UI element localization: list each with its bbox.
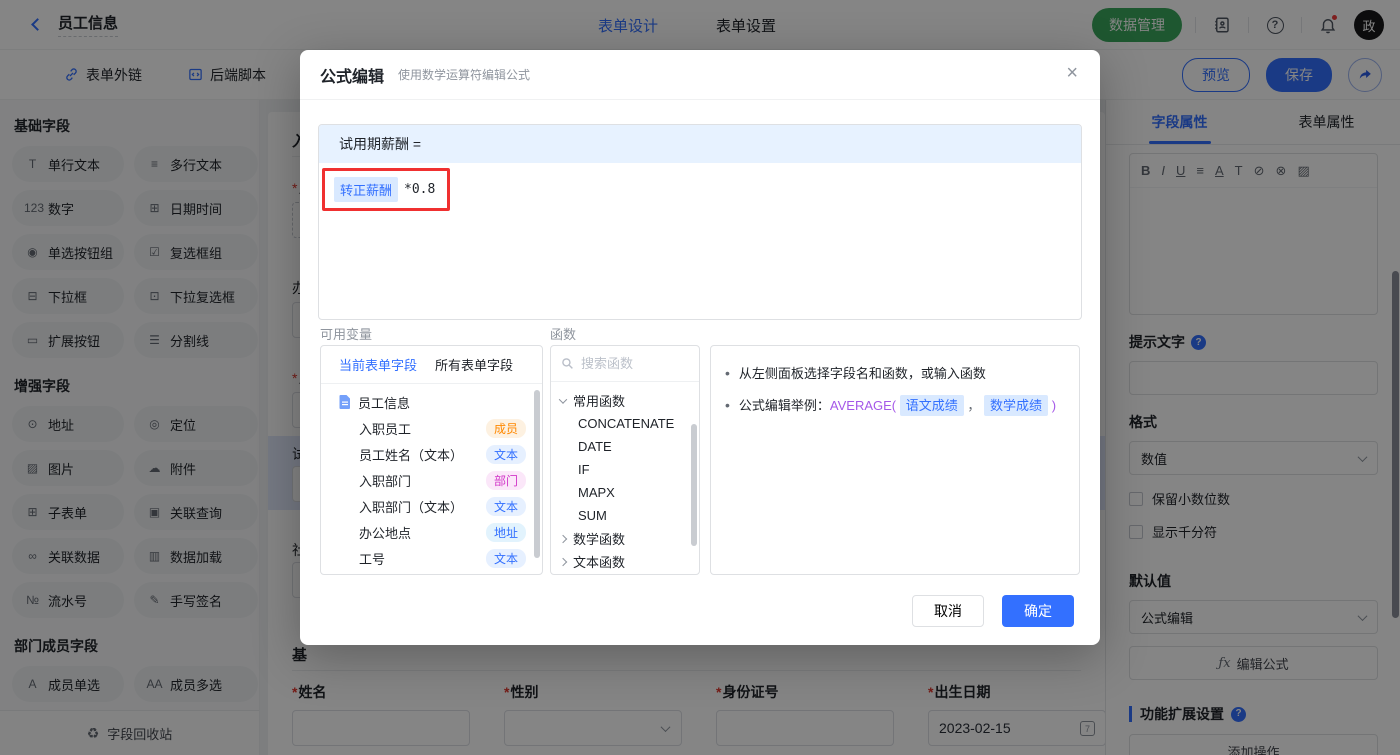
functions-scrollbar-thumb[interactable] xyxy=(691,424,697,546)
cancel-button[interactable]: 取消 xyxy=(912,595,984,627)
field-type-badge: 文本 xyxy=(485,444,526,464)
dialog-header: 公式编辑 使用数学运算符编辑公式 × xyxy=(300,50,1100,100)
form-doc-icon xyxy=(339,395,351,409)
confirm-button[interactable]: 确定 xyxy=(1002,595,1074,627)
variables-label: 可用变量 xyxy=(320,327,373,342)
tab-current-form-fields[interactable]: 当前表单字段 xyxy=(339,355,417,374)
annotation-red-box: 转正薪酬 *0.8 xyxy=(322,168,451,211)
function-item[interactable]: SUM xyxy=(551,504,699,527)
function-item[interactable]: IF xyxy=(551,458,699,481)
functions-label: 函数 xyxy=(550,327,577,342)
example-field-token: 数学成绩 xyxy=(984,395,1049,416)
field-type-badge: 文本 xyxy=(485,496,526,516)
function-item[interactable]: CONCATENATE xyxy=(551,412,699,435)
variables-panel: 当前表单字段 所有表单字段 员工信息 入职员工 成员 员工姓名（文本） 文本 入… xyxy=(320,345,543,575)
variable-row[interactable]: 员工姓名（文本） 文本 xyxy=(321,441,542,467)
example-field-token: 语文成绩 xyxy=(899,395,964,416)
variable-row[interactable]: 工号 文本 xyxy=(321,545,542,571)
function-item[interactable]: DATE xyxy=(551,435,699,458)
formula-edit-dialog: 公式编辑 使用数学运算符编辑公式 × 试用期薪酬 = 转正薪酬 *0.8 可用变… xyxy=(300,50,1100,645)
variable-row[interactable]: 入职部门（文本） 文本 xyxy=(321,493,542,519)
chevron-right-icon xyxy=(558,557,568,566)
function-group-text[interactable]: 文本函数 xyxy=(551,550,699,573)
chevron-right-icon xyxy=(558,534,568,543)
field-type-badge: 地址 xyxy=(485,522,526,542)
field-type-badge: 成员 xyxy=(485,418,526,438)
variables-scrollbar-thumb[interactable] xyxy=(534,390,540,558)
function-search-input[interactable] xyxy=(581,356,681,371)
search-icon xyxy=(562,358,573,369)
variable-row[interactable]: 入职员工 成员 xyxy=(321,415,542,441)
variables-tabs: 当前表单字段 所有表单字段 xyxy=(321,346,542,384)
function-tree: 常用函数 CONCATENATE DATE IF MAPX SUM 数学函数 文… xyxy=(551,382,699,573)
field-type-badge: 部门 xyxy=(485,470,526,490)
form-node[interactable]: 员工信息 xyxy=(321,389,542,415)
dialog-title: 公式编辑 xyxy=(320,68,385,86)
hint-line-2: • 公式编辑举例：AVERAGE( 语文成绩 ， 数学成绩 ) xyxy=(725,395,1065,416)
close-icon[interactable]: × xyxy=(1066,63,1078,83)
formula-hints-panel: • 从左侧面板选择字段名和函数，或输入函数 • 公式编辑举例：AVERAGE( … xyxy=(710,345,1080,575)
field-token[interactable]: 转正薪酬 xyxy=(334,177,399,202)
formula-target: 试用期薪酬 = xyxy=(319,125,1081,163)
function-item[interactable]: MAPX xyxy=(551,481,699,504)
example-function-name: AVERAGE( xyxy=(829,398,897,413)
common-function-items: CONCATENATE DATE IF MAPX SUM xyxy=(551,412,699,527)
function-search[interactable] xyxy=(551,346,699,382)
formula-input-area[interactable]: 转正薪酬 *0.8 xyxy=(319,163,1081,319)
functions-panel: 常用函数 CONCATENATE DATE IF MAPX SUM 数学函数 文… xyxy=(550,345,700,575)
variables-list: 员工信息 入职员工 成员 员工姓名（文本） 文本 入职部门 部门 入职部门（文本… xyxy=(321,384,542,571)
chevron-down-icon xyxy=(558,394,568,404)
formula-expression: *0.8 xyxy=(404,182,436,197)
field-type-badge: 文本 xyxy=(485,548,526,568)
function-group-common[interactable]: 常用函数 xyxy=(551,389,699,412)
formula-editor: 试用期薪酬 = 转正薪酬 *0.8 xyxy=(318,124,1082,320)
hint-line-1: • 从左侧面板选择字段名和函数，或输入函数 xyxy=(725,364,986,382)
variable-row[interactable]: 办公地点 地址 xyxy=(321,519,542,545)
tab-all-form-fields[interactable]: 所有表单字段 xyxy=(435,355,513,374)
dialog-subtitle: 使用数学运算符编辑公式 xyxy=(398,68,531,82)
variable-row[interactable]: 入职部门 部门 xyxy=(321,467,542,493)
function-group-math[interactable]: 数学函数 xyxy=(551,527,699,550)
